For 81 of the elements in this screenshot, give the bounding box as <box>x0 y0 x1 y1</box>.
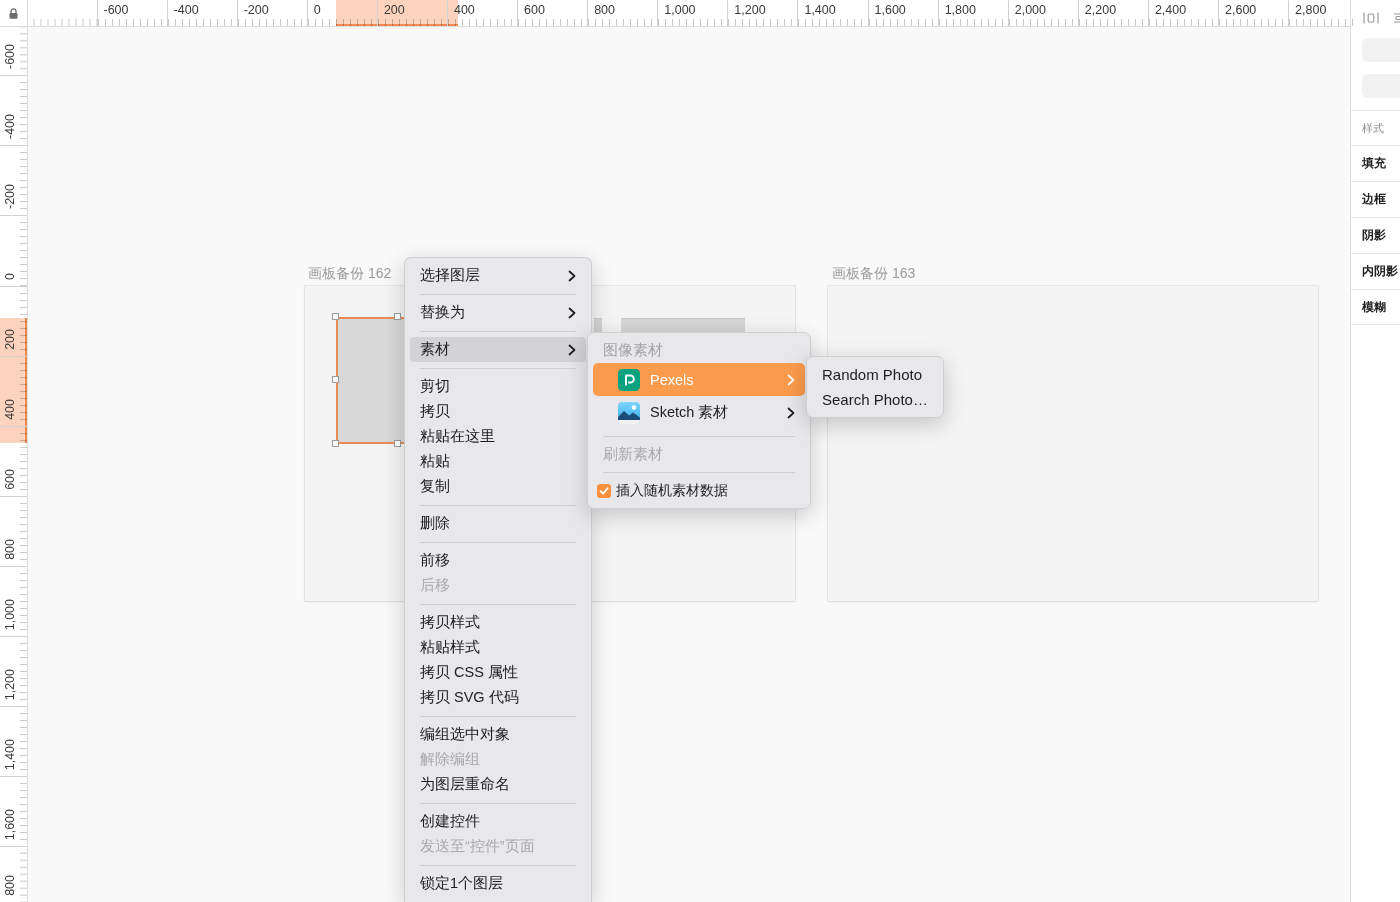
menu-item[interactable]: 创建控件 <box>410 809 586 834</box>
checkbox[interactable] <box>597 483 611 498</box>
ruler-label: 1,200 <box>733 2 766 17</box>
menu-item: 刷新素材 <box>593 443 805 466</box>
menu-item[interactable]: 粘贴在这里 <box>410 424 586 449</box>
ruler-label: 800 <box>3 539 17 560</box>
menu-item: 后移 <box>410 573 586 598</box>
ruler-label: 2,600 <box>1224 2 1257 17</box>
chevron-right-icon <box>568 343 576 356</box>
section-header[interactable]: 填充 <box>1351 145 1400 181</box>
menu-item: 发送至“控件”页面 <box>410 834 586 859</box>
section-header[interactable]: 内阴影 <box>1351 253 1400 289</box>
menu-item[interactable]: 拷贝 SVG 代码 <box>410 685 586 710</box>
ruler-label: -400 <box>3 114 17 140</box>
chevron-right-icon <box>787 406 795 419</box>
ruler-label: 1,400 <box>3 738 17 771</box>
menu-item[interactable]: 替换为 <box>410 300 586 325</box>
menu-item[interactable]: 拷贝 <box>410 399 586 424</box>
ruler-label: 0 <box>3 272 17 280</box>
ruler-label: 1,600 <box>3 809 17 841</box>
ruler-label: 800 <box>593 2 615 17</box>
resize-handle[interactable] <box>332 440 339 447</box>
ruler-label: 800 <box>3 875 17 896</box>
ruler-label: -200 <box>242 2 269 17</box>
ruler-label: -200 <box>3 184 17 210</box>
ruler-label: 200 <box>382 2 405 17</box>
ruler-label: -600 <box>102 2 129 17</box>
menu-section-header: 图像素材 <box>602 341 664 360</box>
menu-item[interactable]: 选择图层 <box>410 263 586 288</box>
ruler-label: 1,400 <box>803 2 836 17</box>
menu-item[interactable]: 插入随机素材数据 <box>593 478 805 503</box>
menu-item[interactable]: 编组选中对象 <box>410 722 586 747</box>
ruler-label: 2,800 <box>1294 2 1327 17</box>
menu-item[interactable]: Sketch 素材 <box>593 396 805 429</box>
ruler-label: 400 <box>3 398 17 420</box>
menu-item[interactable]: 粘贴样式 <box>410 635 586 660</box>
selected-rectangle[interactable] <box>336 317 404 444</box>
ruler-label: 400 <box>452 2 475 17</box>
chevron-right-icon <box>787 373 795 386</box>
menu-item[interactable]: 拷贝 CSS 属性 <box>410 660 586 685</box>
menu-item[interactable]: 复制 <box>410 474 586 499</box>
menu-item[interactable]: 拷贝样式 <box>410 610 586 635</box>
resize-handle[interactable] <box>332 313 339 320</box>
ruler-label: 1,000 <box>3 598 17 631</box>
ruler-label: 200 <box>3 328 17 350</box>
distribute-vertical-icon[interactable] <box>1393 11 1400 24</box>
resize-handle[interactable] <box>394 313 401 320</box>
ruler-label: 2,400 <box>1153 2 1187 17</box>
lock-icon[interactable] <box>9 7 18 19</box>
resize-handle[interactable] <box>332 376 339 383</box>
ruler-label: -400 <box>172 2 199 17</box>
ruler-label: 600 <box>3 469 17 490</box>
distribute-horizontal-icon[interactable] <box>1363 11 1379 24</box>
menu-item[interactable]: 剪切 <box>410 374 586 399</box>
menu-item[interactable]: 粘贴 <box>410 449 586 474</box>
menu-item[interactable]: 素材 <box>410 337 586 362</box>
ruler-label: 0 <box>312 2 321 17</box>
ruler-label: 1,000 <box>663 2 696 17</box>
menu-item[interactable]: 锁定1个图层 <box>410 871 586 896</box>
chevron-right-icon <box>568 269 576 282</box>
section-header[interactable]: 阴影 <box>1351 217 1400 253</box>
section-header[interactable]: 边框 <box>1351 181 1400 217</box>
app-logo-icon <box>618 368 640 391</box>
section-header[interactable]: 模糊 <box>1351 289 1400 325</box>
menu-item[interactable]: Random Photo <box>812 362 938 387</box>
ruler-label: 600 <box>523 2 545 17</box>
menu-item[interactable]: 前移 <box>410 548 586 573</box>
resize-handle[interactable] <box>394 440 401 447</box>
menu-item[interactable]: 为图层重命名 <box>410 772 586 797</box>
landscape-picture-icon <box>618 401 640 424</box>
menu-item[interactable]: Search Photo… <box>812 387 938 412</box>
menu-item: 解除编组 <box>410 747 586 772</box>
section-label: 样式 <box>1351 110 1400 145</box>
ruler-label: -600 <box>3 44 17 70</box>
ruler-label: 2,000 <box>1013 2 1046 17</box>
menu-item[interactable]: 删除 <box>410 511 586 536</box>
ruler-label: 1,600 <box>873 2 906 17</box>
ruler-label: 2,200 <box>1083 2 1117 17</box>
ruler-label: 1,800 <box>943 2 976 17</box>
ruler-label: 1,200 <box>3 668 17 701</box>
chevron-right-icon <box>568 306 576 319</box>
